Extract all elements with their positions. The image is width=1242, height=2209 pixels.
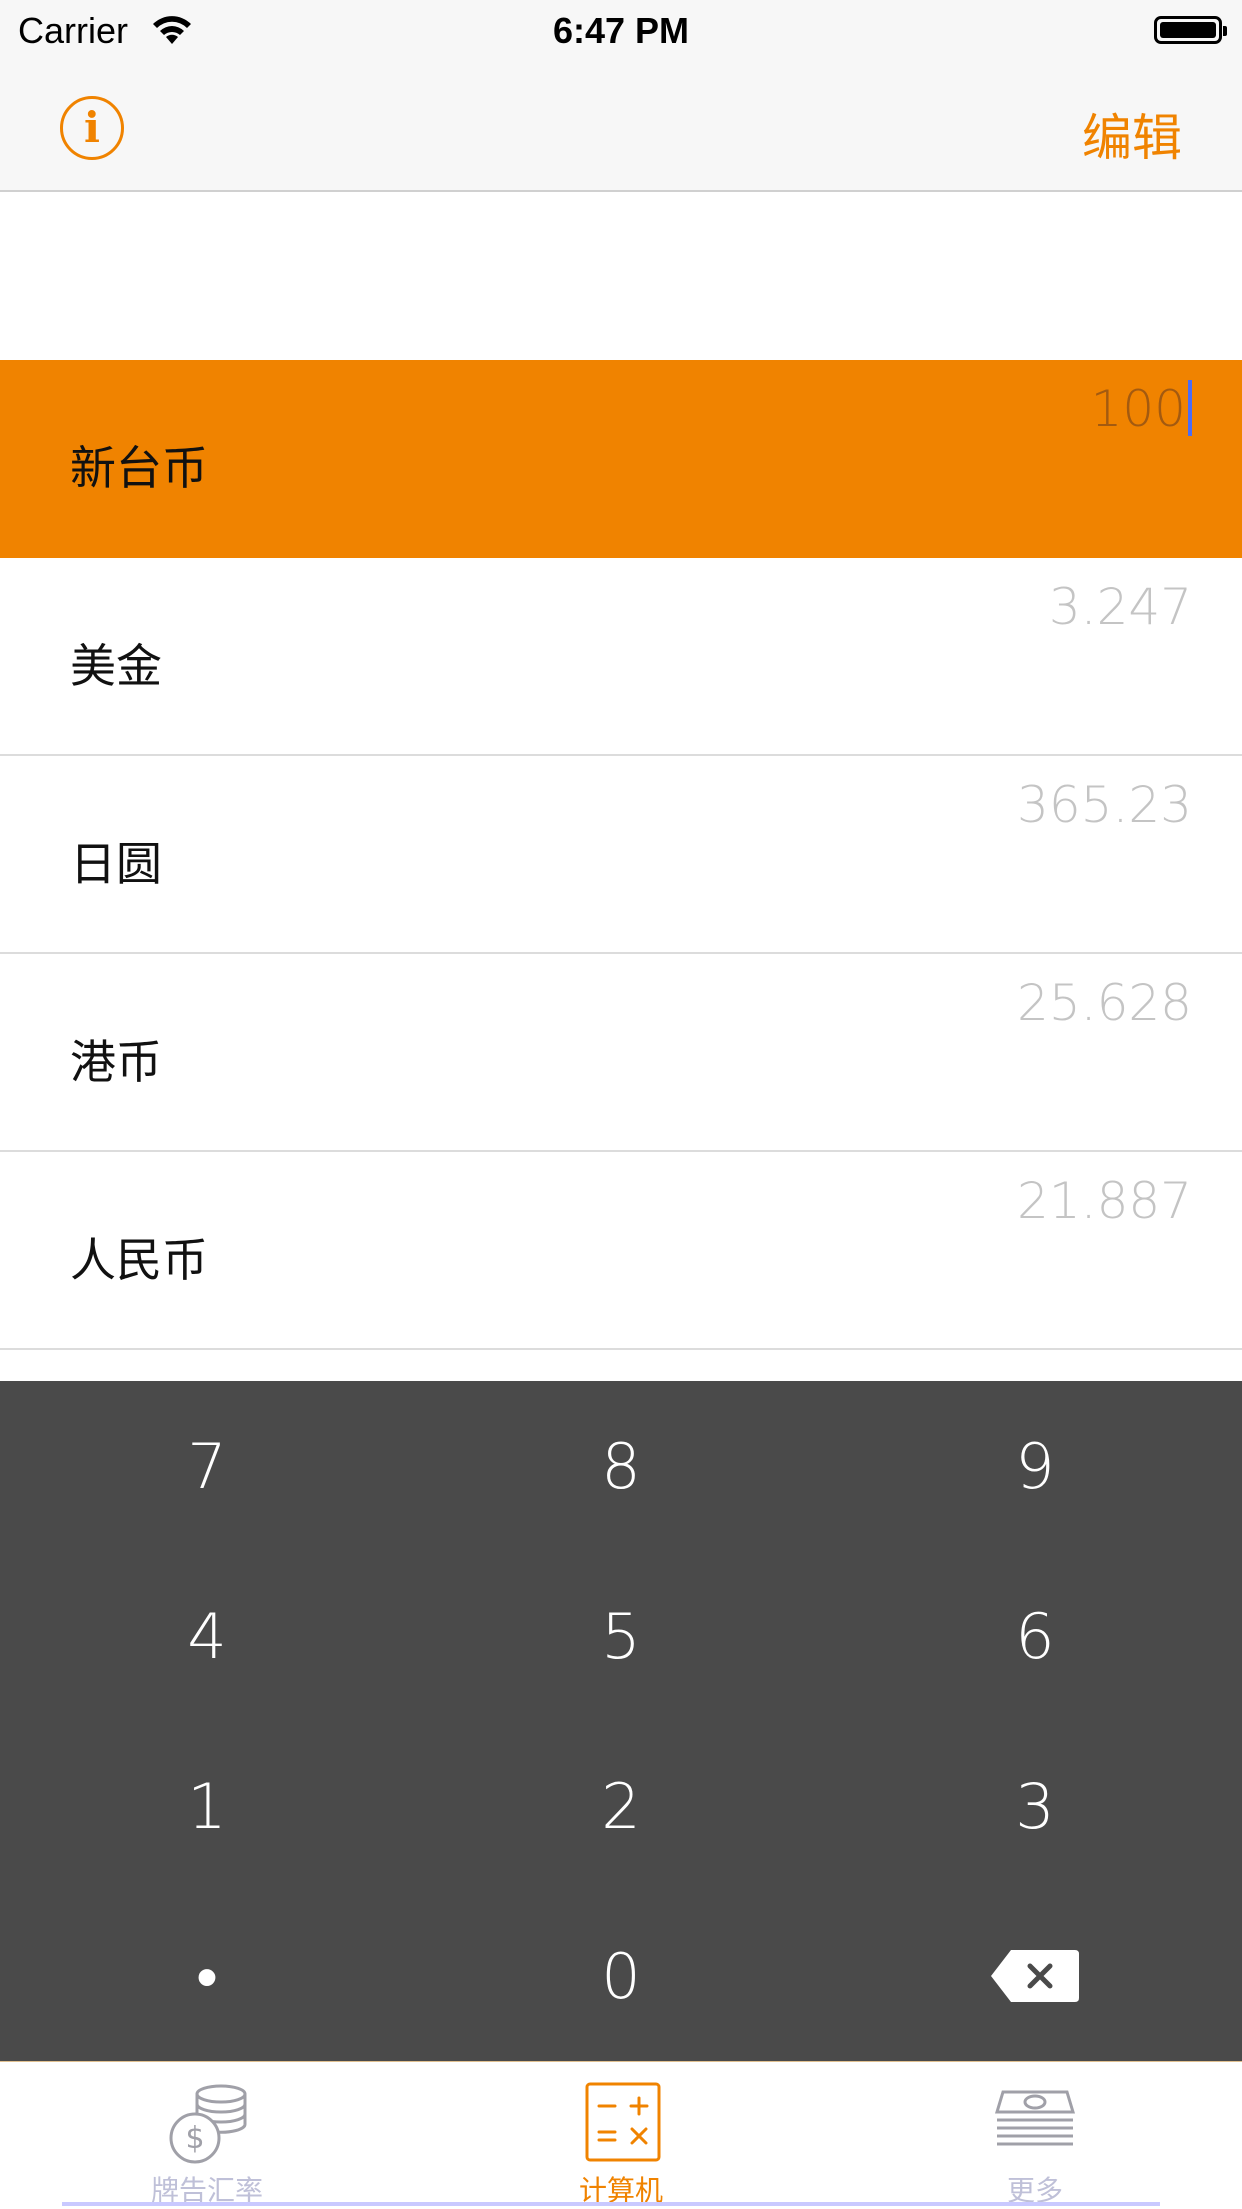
currency-row-cny[interactable]: 人民币 21.887: [0, 1152, 1242, 1350]
currency-amount: 3.247: [1048, 578, 1192, 636]
currency-name: 日圆: [70, 837, 162, 891]
currency-amount: 21.887: [1017, 1172, 1192, 1230]
banknotes-icon: [994, 2090, 1076, 2146]
currency-name: 人民币: [70, 1233, 208, 1287]
key-5[interactable]: 5: [414, 1551, 828, 1721]
info-icon[interactable]: i: [60, 96, 124, 160]
key-1[interactable]: 1: [0, 1721, 414, 1891]
key-0[interactable]: 0: [414, 1891, 828, 2061]
tab-calculator[interactable]: 计算机: [414, 2062, 828, 2209]
currency-row-usd[interactable]: 美金 3.247: [0, 558, 1242, 756]
nav-bar: i 编辑: [0, 60, 1242, 192]
currency-row-jpy[interactable]: 日圆 365.23: [0, 756, 1242, 954]
home-indicator: [62, 2202, 1160, 2206]
currency-amount: 365.23: [1017, 776, 1192, 834]
key-4[interactable]: 4: [0, 1551, 414, 1721]
backspace-icon: [991, 1950, 1079, 2002]
key-3[interactable]: 3: [828, 1721, 1242, 1891]
currency-list: 新台币 100 美金 3.247 日圆 365.23 港币 25.628 人民币…: [0, 360, 1242, 1350]
backspace-key[interactable]: [828, 1891, 1242, 2061]
currency-row-twd[interactable]: 新台币 100: [0, 360, 1242, 558]
currency-name: 新台币: [70, 441, 208, 495]
currency-amount-input[interactable]: 100: [1091, 380, 1192, 438]
key-6[interactable]: 6: [828, 1551, 1242, 1721]
status-bar: Carrier 6:47 PM: [0, 0, 1242, 60]
key-9[interactable]: 9: [828, 1381, 1242, 1551]
currency-row-hkd[interactable]: 港币 25.628: [0, 954, 1242, 1152]
tab-more[interactable]: 更多: [828, 2062, 1242, 2209]
svg-text:$: $: [185, 2121, 204, 2156]
calculator-icon: [585, 2082, 661, 2162]
numeric-keypad: 7 8 9 4 5 6 1 2 3 • 0: [0, 1381, 1242, 2061]
edit-button[interactable]: 编辑: [1082, 98, 1182, 170]
tab-bar: $ 牌告汇率 计算机 更多: [0, 2061, 1242, 2208]
battery-icon: [1154, 16, 1227, 44]
key-7[interactable]: 7: [0, 1381, 414, 1551]
status-time: 6:47 PM: [552, 10, 690, 51]
text-cursor: [1188, 380, 1192, 436]
currency-name: 港币: [70, 1035, 162, 1089]
tab-exchange-rates[interactable]: $ 牌告汇率: [0, 2062, 414, 2209]
currency-amount: 25.628: [1017, 974, 1192, 1032]
key-8[interactable]: 8: [414, 1381, 828, 1551]
coins-dollar-icon: $: [169, 2084, 247, 2164]
currency-name: 美金: [70, 639, 162, 693]
key-2[interactable]: 2: [414, 1721, 828, 1891]
key-decimal[interactable]: •: [0, 1891, 414, 2061]
